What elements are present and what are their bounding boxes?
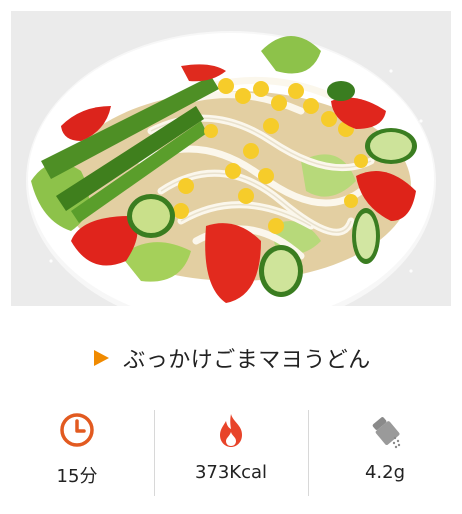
play-triangle-icon: [91, 348, 111, 368]
recipe-title: ぶっかけごまマヨうどん: [123, 348, 371, 373]
clock-icon: [57, 410, 97, 450]
stat-salt-value: 4.2g: [364, 462, 406, 483]
stat-calories: 373Kcal: [154, 410, 308, 496]
udon-salad-image: [11, 11, 451, 306]
stat-time-value: 15分: [56, 466, 98, 487]
recipe-photo[interactable]: [11, 11, 451, 306]
salt-shaker-icon: [365, 410, 405, 450]
recipe-title-row[interactable]: ぶっかけごまマヨうどん: [0, 336, 462, 380]
flame-icon: [211, 410, 251, 450]
stat-salt: 4.2g: [308, 410, 462, 496]
recipe-card[interactable]: ぶっかけごまマヨうどん 15分 373Kcal 4.2g: [0, 0, 462, 514]
stat-calories-value: 373Kcal: [194, 462, 268, 483]
recipe-stats: 15分 373Kcal 4.2g: [0, 410, 462, 496]
stat-time: 15分: [0, 410, 154, 496]
